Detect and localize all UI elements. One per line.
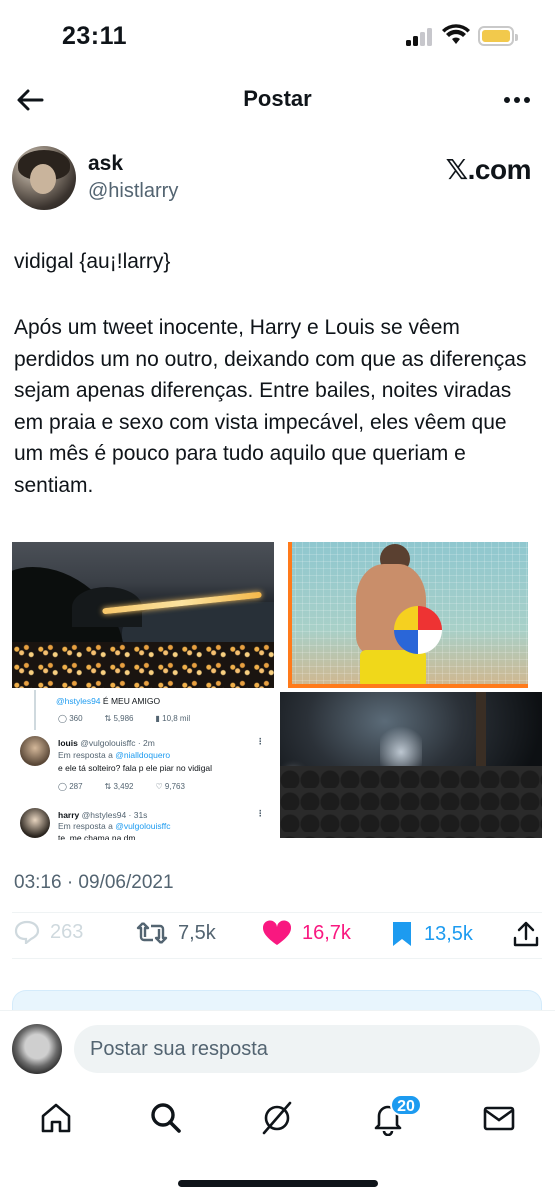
embedded-replies-1: ◯ 360: [58, 714, 83, 723]
home-indicator[interactable]: [178, 1180, 378, 1187]
retweet-button[interactable]: 7,5k: [136, 920, 216, 946]
bookmark-button[interactable]: 13,5k: [390, 920, 473, 948]
media-rio-night-photo[interactable]: [12, 542, 274, 688]
share-icon: [513, 921, 539, 947]
harry-reply-prefix: Em resposta a: [58, 821, 113, 831]
harry-reply-to: @vulgolouisffc: [115, 821, 171, 831]
media-thread-screenshot[interactable]: @hstyles94 É MEU AMIGO ◯ 360 ⇅ 5,986 ▮ 1…: [12, 690, 274, 840]
media-beach-volleyball-photo[interactable]: [288, 542, 528, 688]
battery-icon: [478, 26, 518, 46]
author-avatar[interactable]: [12, 146, 76, 210]
bookmark-filled-icon: [393, 922, 411, 946]
louis-name: louis: [58, 738, 78, 748]
reply-composer: Postar sua resposta: [0, 1010, 555, 1086]
post-body: Após um tweet inocente, Harry e Louis se…: [14, 316, 527, 497]
reply-count: 263: [50, 920, 84, 943]
bookmark-count: 13,5k: [424, 922, 473, 945]
embedded-actions-2: ◯ 287 ⇅ 3,492 ♡ 9,763: [58, 782, 185, 791]
media-grid: @hstyles94 É MEU AMIGO ◯ 360 ⇅ 5,986 ▮ 1…: [12, 540, 542, 840]
louis-avatar: [20, 736, 50, 766]
current-user-avatar[interactable]: [12, 1024, 62, 1074]
kebab-icon: ⋮: [256, 736, 265, 746]
notification-badge: 20: [390, 1094, 422, 1116]
harry-avatar: [20, 808, 50, 838]
louis-reply-to: @nialldoquero: [115, 750, 171, 760]
heart-filled-icon: [262, 920, 292, 945]
page-title: Postar: [243, 86, 312, 111]
share-button[interactable]: [512, 920, 540, 948]
louis-text: e ele tá solteiro? fala p ele piar no vi…: [58, 763, 213, 773]
messages-icon[interactable]: [481, 1100, 517, 1136]
like-count: 16,7k: [302, 921, 351, 944]
status-bar: 23:11: [0, 0, 555, 72]
reply-icon: [14, 920, 40, 944]
retweet-icon: [136, 922, 168, 944]
louis-reply-prefix: Em resposta a: [58, 750, 113, 760]
embedded-reply-text: É MEU AMIGO: [102, 696, 161, 706]
thread-line: [34, 690, 36, 730]
post-title-line: vidigal {au¡!larry}: [14, 250, 171, 273]
louis-meta: @vulgolouisffc · 2m: [80, 738, 155, 748]
more-options-icon[interactable]: [501, 84, 533, 116]
embedded-likes-2: ♡ 9,763: [155, 782, 185, 791]
post-timestamp[interactable]: 03:16 · 09/06/2021: [14, 872, 174, 894]
home-icon[interactable]: [38, 1100, 74, 1136]
retweet-count: 7,5k: [178, 921, 216, 944]
divider: [12, 958, 542, 959]
harry-meta: @hstyles94 · 31s: [81, 810, 148, 820]
reply-button[interactable]: 263: [14, 920, 83, 944]
embedded-retweets-2: ⇅ 3,492: [104, 782, 134, 791]
author-handle[interactable]: @histlarry: [88, 180, 178, 203]
harry-text: te, me chama na dm: [58, 833, 136, 840]
kebab-icon: ⋮: [256, 808, 265, 818]
embedded-thread: @hstyles94 É MEU AMIGO ◯ 360 ⇅ 5,986 ▮ 1…: [12, 690, 274, 840]
search-icon[interactable]: [148, 1100, 184, 1136]
status-time: 23:11: [62, 22, 128, 50]
x-com-logo: 𝕏.com: [445, 154, 532, 185]
cellular-signal-icon: [406, 27, 434, 46]
author-name[interactable]: ask: [88, 152, 123, 176]
top-bar: Postar: [0, 72, 555, 128]
embedded-actions-1: ◯ 360 ⇅ 5,986 ▮ 10,8 mil: [58, 714, 190, 723]
embedded-views-1: ▮ 10,8 mil: [155, 714, 191, 723]
embedded-retweets-1: ⇅ 5,986: [104, 714, 134, 723]
reply-input[interactable]: Postar sua resposta: [74, 1025, 540, 1073]
grok-icon[interactable]: [259, 1100, 295, 1136]
like-button[interactable]: 16,7k: [262, 920, 351, 946]
embedded-mention: @hstyles94: [56, 696, 101, 706]
harry-name: harry: [58, 810, 80, 820]
wifi-icon: [442, 24, 470, 44]
post-action-bar: 263 7,5k 16,7k 13,5k: [0, 912, 555, 958]
bottom-tab-bar: [0, 1086, 555, 1156]
media-party-crowd-photo[interactable]: [280, 692, 542, 838]
embedded-replies-2: ◯ 287: [58, 782, 83, 791]
